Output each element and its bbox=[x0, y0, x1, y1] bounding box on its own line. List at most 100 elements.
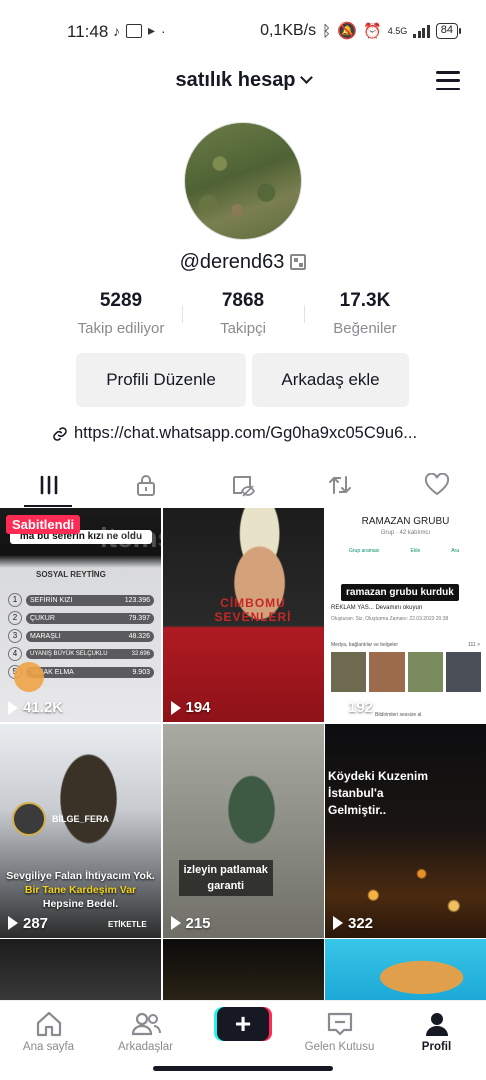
video-thumbnail[interactable]: Köydeki Kuzenim İstanbul'a Gelmiştir.. 3… bbox=[325, 723, 486, 938]
video-thumbnail[interactable]: ma bu seferin kızı ne oldu itemsatis SOS… bbox=[0, 508, 161, 722]
account-name: satılık hesap bbox=[175, 69, 296, 91]
nav-friends[interactable]: Arkadaşlar bbox=[97, 1007, 194, 1053]
followers-count: 7868 bbox=[221, 290, 265, 311]
play-icon bbox=[170, 700, 181, 715]
heart-icon bbox=[424, 473, 449, 496]
play-notification-icon: ▸ bbox=[148, 22, 156, 38]
play-icon bbox=[8, 700, 18, 715]
likes-label: Beğeniler bbox=[333, 320, 397, 337]
video-thumbnail[interactable]: izleyin patlamak garanti 215 bbox=[162, 723, 324, 938]
video-thumbnail[interactable] bbox=[0, 939, 161, 1000]
media-label: Medya, bağlantılar ve belgeler bbox=[331, 642, 398, 648]
dot-icon: · bbox=[161, 22, 166, 39]
home-indicator bbox=[153, 1066, 333, 1071]
add-friend-button[interactable]: Arkadaş ekle bbox=[252, 353, 409, 407]
stat-following[interactable]: 5289 Takip ediliyor bbox=[61, 290, 181, 337]
rating-row: 3 MARAŞLI 48.326 bbox=[8, 628, 154, 644]
group-title: RAMAZAN GRUBU bbox=[361, 516, 450, 527]
username-row: @derend63 bbox=[0, 251, 486, 274]
nav-friends-label: Arkadaşlar bbox=[118, 1041, 173, 1053]
video-thumbnail[interactable] bbox=[325, 939, 486, 1000]
status-bar: 11:48 ♪ ▸ · 0,1KB/s ᛒ 🔕 ⏰ 4.5G 84 bbox=[0, 0, 486, 62]
home-icon bbox=[36, 1011, 61, 1037]
account-switcher[interactable]: satılık hesap bbox=[0, 69, 486, 92]
tab-private[interactable] bbox=[97, 463, 194, 507]
following-label: Takip ediliyor bbox=[77, 320, 165, 337]
signal-icon bbox=[413, 24, 430, 38]
active-tab-indicator bbox=[24, 505, 72, 507]
net-speed: 0,1KB/s bbox=[260, 22, 317, 39]
nav-home[interactable]: Ana sayfa bbox=[0, 1007, 97, 1053]
menu-icon[interactable] bbox=[436, 71, 460, 90]
tab-liked[interactable] bbox=[388, 463, 485, 507]
network-label: 4.5G bbox=[387, 26, 408, 36]
eye-off-icon bbox=[232, 476, 255, 497]
video-caption: Hepsine Bedel. bbox=[42, 897, 119, 910]
profile-header: satılık hesap bbox=[0, 62, 486, 98]
group-created: Oluşturan: Siz, Oluşturma Zamanı: 22.03.… bbox=[331, 616, 449, 622]
video-caption: ramazan grubu kurduk bbox=[341, 584, 459, 601]
qr-code-icon[interactable] bbox=[290, 254, 307, 270]
video-grid: ma bu seferin kızı ne oldu itemsatis SOS… bbox=[0, 508, 486, 1000]
group-actions: Grup araması Ekle Ara bbox=[349, 548, 459, 554]
nav-inbox[interactable]: Gelen Kutusu bbox=[291, 1007, 388, 1053]
create-button[interactable]: + bbox=[217, 1007, 269, 1041]
rating-row: 4 UYANIŞ BÜYÜK SELÇUKLU 32.696 bbox=[8, 646, 154, 662]
rating-row: 1 SEFİRİN KIZI 123.396 bbox=[8, 592, 154, 608]
view-count: 215 bbox=[170, 915, 211, 932]
followers-label: Takipçi bbox=[220, 320, 266, 337]
accessibility-icon bbox=[14, 662, 44, 692]
tiktok-notification-icon: ♪ bbox=[113, 22, 120, 39]
video-caption: Köydeki Kuzenim İstanbul'a Gelmiştir.. bbox=[328, 768, 429, 817]
mute-icon: 🔕 bbox=[337, 23, 358, 40]
stat-followers[interactable]: 7868 Takipçi bbox=[183, 290, 303, 337]
lion-avatar-icon bbox=[12, 801, 46, 836]
video-caption: izleyin patlamak garanti bbox=[178, 859, 273, 896]
status-notification-icons: ♪ ▸ · bbox=[113, 22, 166, 39]
view-count: 192 bbox=[333, 699, 373, 716]
status-right: 0,1KB/s ᛒ 🔕 ⏰ 4.5G 84 bbox=[260, 21, 462, 41]
nav-inbox-label: Gelen Kutusu bbox=[304, 1041, 375, 1053]
pinned-badge: Sabitlendi bbox=[6, 515, 81, 534]
play-icon bbox=[333, 916, 343, 930]
chevron-down-icon bbox=[299, 71, 313, 84]
nav-home-label: Ana sayfa bbox=[22, 1041, 75, 1053]
tab-videos[interactable] bbox=[0, 463, 97, 507]
view-count: 287 bbox=[8, 915, 48, 932]
alarm-icon: ⏰ bbox=[363, 23, 382, 40]
tab-reposts[interactable] bbox=[291, 463, 388, 507]
profile-stats: 5289 Takip ediliyor 7868 Takipçi 17.3K B… bbox=[0, 290, 486, 340]
content-tabs bbox=[0, 463, 486, 507]
gallery-notification-icon bbox=[126, 23, 142, 38]
play-icon bbox=[170, 916, 181, 930]
tag-label: ETİKETLE bbox=[108, 919, 147, 929]
video-caption: CİMBOMU SEVENLERİ bbox=[214, 596, 292, 624]
nav-profile-label: Profil bbox=[421, 1041, 452, 1053]
bluetooth-icon: ᛒ bbox=[322, 22, 332, 40]
group-desc: REKLAM YAS... Devamını okuyun bbox=[331, 605, 423, 611]
repost-icon bbox=[328, 476, 351, 494]
media-thumbnails bbox=[331, 652, 481, 692]
tab-hidden-reposts[interactable] bbox=[194, 463, 291, 507]
media-count: 111 > bbox=[468, 642, 480, 648]
username: @derend63 bbox=[179, 251, 285, 273]
likes-count: 17.3K bbox=[339, 290, 391, 311]
friends-icon bbox=[131, 1012, 161, 1036]
bio-link[interactable]: https://chat.whatsapp.com/Gg0ha9xc05C9u6… bbox=[52, 424, 417, 443]
video-thumbnail[interactable]: BİLGE_FERA Sevgiliye Falan İhtiyacım Yok… bbox=[0, 723, 161, 938]
play-icon bbox=[333, 700, 343, 715]
watermark: itemsatis bbox=[100, 522, 161, 553]
video-thumbnail[interactable]: CİMBOMU SEVENLERİ 194 bbox=[162, 508, 324, 722]
avatar[interactable] bbox=[184, 122, 302, 240]
stat-likes[interactable]: 17.3K Beğeniler bbox=[305, 290, 425, 337]
video-caption: Sevgiliye Falan İhtiyacım Yok. bbox=[6, 869, 155, 882]
grid-icon bbox=[40, 475, 57, 495]
view-count: 41.2K bbox=[8, 699, 63, 716]
video-thumbnail[interactable]: RAMAZAN GRUBU Grup · 42 katılımcı Grup a… bbox=[325, 508, 486, 722]
video-caption: Bir Tane Kardeşim Var bbox=[24, 883, 137, 896]
nav-profile[interactable]: Profil bbox=[388, 1007, 485, 1053]
badge-name: BİLGE_FERA bbox=[52, 813, 110, 824]
edit-profile-button[interactable]: Profili Düzenle bbox=[76, 353, 246, 407]
view-count: 194 bbox=[170, 699, 211, 716]
video-thumbnail[interactable] bbox=[162, 939, 324, 1000]
